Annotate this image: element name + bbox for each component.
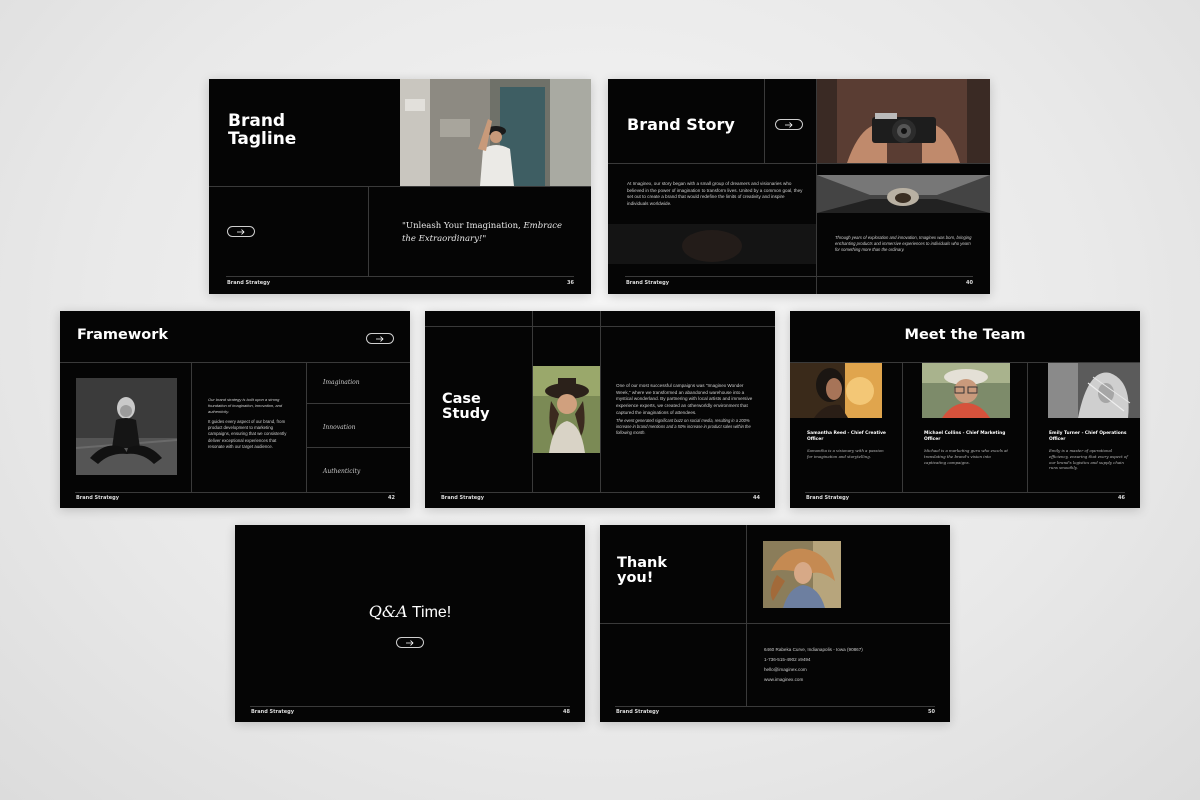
page-number: 42 [388,495,395,501]
member-name: Michael Collins - Chief Marketing Office… [924,431,1006,443]
contact-address: 6460 Rabeka Curve, Indianapolis - Iowa (… [764,647,863,652]
divider-vertical [306,362,307,492]
member-bio: Samantha is a visionary with a passion f… [807,448,884,459]
photo-camera-hands [817,79,990,163]
divider-horizontal [600,623,950,624]
photo-team-member-2 [922,363,1010,418]
footer-brand: Brand Strategy [806,495,849,501]
footer-brand: Brand Strategy [76,495,119,501]
slide-qa-time[interactable]: Q&A Time! Brand Strategy 48 [235,525,585,722]
footer-rule [625,276,973,277]
footer-rule [440,492,760,493]
framework-body: It guides every aspect of our brand, fro… [208,419,287,449]
page-number: 50 [928,709,935,715]
slide-brand-story[interactable]: Brand Story At Imaginex, our story began… [608,79,990,294]
divider-vertical [746,525,747,706]
divider-vertical [191,362,192,492]
slide-title: Brand Tagline [228,111,297,149]
slide-title: Case Study [442,391,490,423]
pillar-imagination: Imagination [323,379,360,386]
footer-rule [75,492,395,493]
divider-horizontal [608,163,990,164]
case-body: One of our most successful campaigns was… [616,383,753,415]
qa-title: Q&A Time! [368,602,452,621]
slide-title: Framework [77,327,169,343]
tagline-quote: "Unleash Your Imagination, Embrace the E… [402,221,563,244]
case-result: The event generated significant buzz on … [616,418,751,435]
next-button[interactable] [366,333,394,344]
slide-framework[interactable]: Framework Our brand strategy is built up… [60,311,410,508]
page-number: 46 [1118,495,1125,501]
next-button[interactable] [396,637,424,648]
footer-rule [805,492,1125,493]
page-number: 36 [567,280,574,286]
slide-meet-the-team[interactable]: Meet the Team Samantha Reed - Chief Crea… [790,311,1140,508]
slide-case-study[interactable]: Case Study One of our most successful cam… [425,311,775,508]
divider-vertical [600,311,601,492]
framework-intro: Our brand strategy is built upon a stron… [208,397,283,414]
member-name: Samantha Reed - Chief Creative Officer [807,431,886,443]
photo-tunnel [817,175,990,213]
pillar-authenticity: Authenticity [323,468,361,475]
contact-website[interactable]: www.imaginex.com [764,677,939,684]
footer-rule [615,706,935,707]
team-member-1: Samantha Reed - Chief Creative Officer S… [807,431,889,460]
member-bio: Emily is a master of operational efficie… [1049,448,1128,471]
contact-phone: 1-736-515-4902 x9494 [764,657,811,662]
member-bio: Michael is a marketing guru who excels a… [924,448,1008,465]
story-caption: Through years of exploration and innovat… [835,235,972,253]
photo-woman-hat [400,79,591,186]
footer-brand: Brand Strategy [441,495,484,501]
divider-vertical [1027,362,1028,492]
arrow-right-icon [376,335,384,342]
footer-brand: Brand Strategy [616,709,659,715]
team-member-3: Emily Turner - Chief Operations Officer … [1049,431,1129,471]
photo-dark-portrait [608,224,816,264]
photo-team-member-1 [790,363,882,418]
footer-brand: Brand Strategy [626,280,669,286]
divider-horizontal [306,403,410,404]
arrow-right-icon [785,121,793,128]
divider-horizontal [60,362,410,363]
divider-vertical [368,186,369,276]
slide-title: Meet the Team [904,327,1026,343]
slide-title: Brand Story [627,115,735,134]
divider-vertical [902,362,903,492]
pillar-innovation: Innovation [323,424,356,431]
contact-email[interactable]: hello@imaginex.com [764,667,939,674]
photo-team-member-3 [1048,363,1140,418]
arrow-right-icon [237,228,245,235]
footer-brand: Brand Strategy [227,280,270,286]
divider-horizontal [306,447,410,448]
divider-horizontal [209,186,591,187]
footer-rule [250,706,570,707]
member-name: Emily Turner - Chief Operations Officer [1049,431,1127,443]
story-body: At Imaginex, our story began with a smal… [627,181,803,206]
photo-woman-sitting [76,378,177,475]
slide-title: Thank you! [617,555,667,587]
photo-hair-flip [763,541,841,608]
divider-vertical [764,79,765,163]
team-member-2: Michael Collins - Chief Marketing Office… [924,431,1012,465]
footer-brand: Brand Strategy [251,709,294,715]
slide-brand-tagline[interactable]: Brand Tagline "Unleash Your Imagination, … [209,79,591,294]
next-button[interactable] [227,226,255,237]
footer-rule [226,276,574,277]
page-number: 48 [563,709,570,715]
arrow-right-icon [406,639,414,646]
page-number: 40 [966,280,973,286]
page-number: 44 [753,495,760,501]
next-button[interactable] [775,119,803,130]
slide-thank-you[interactable]: Thank you! 6460 Rabeka Curve, Indianapoli… [600,525,950,722]
photo-smiling-woman [533,366,600,453]
